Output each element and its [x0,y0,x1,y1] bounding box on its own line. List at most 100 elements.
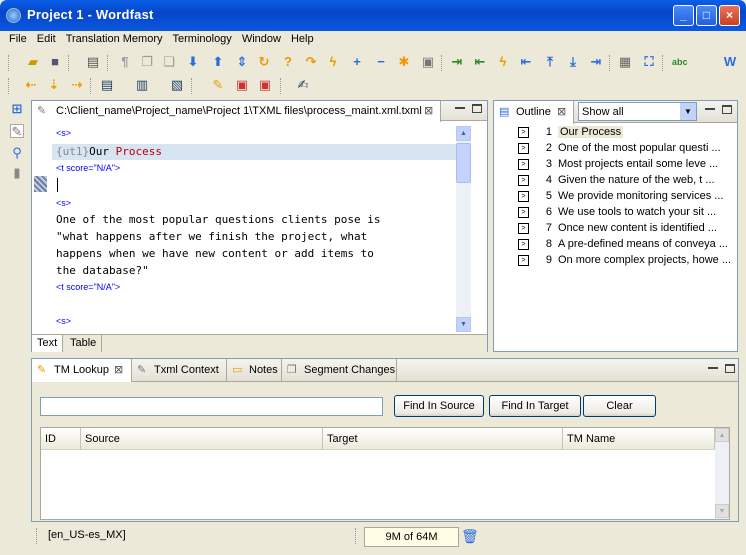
paste-icon[interactable]: ❏ [162,55,176,69]
source-text-line[interactable]: One of the most popular questions client… [56,213,381,226]
expand-icon[interactable]: > [518,190,529,202]
menu-window[interactable]: Window [237,31,286,47]
asterisk-icon[interactable]: ✱ [397,55,411,69]
table-scroll-down-icon[interactable]: ▼ [715,504,729,518]
outline-item[interactable]: >9 On more complex projects, howe ... [505,254,731,270]
editor-perspective-icon[interactable]: ✎ [10,124,24,139]
menu-edit[interactable]: Edit [32,31,61,47]
editor-tab[interactable]: ✎ C:\Client_name\Project_name\Project 1\… [32,101,441,122]
source-text-line[interactable]: "what happens after we finish the projec… [56,230,367,243]
table-scroll-up-icon[interactable]: ▲ [715,428,729,442]
document-add-icon[interactable]: ▣ [421,55,435,69]
expand-icon[interactable]: > [518,158,529,170]
arrow-down-icon[interactable]: ⬇ [186,55,200,69]
close-tm-lookup-icon[interactable]: ⊠ [114,363,123,376]
print-icon[interactable]: ▤ [86,55,100,69]
expand-icon[interactable]: > [518,222,529,234]
outline-item[interactable]: >3 Most projects entail some leve ... [505,158,718,174]
pilcrow-icon[interactable]: ¶ [118,55,132,69]
source-text-line[interactable]: the database?" [56,264,149,277]
close-tab-icon[interactable]: ⊠ [424,104,433,117]
list-dropdown-icon[interactable]: ▥ [135,78,149,92]
trash-icon[interactable]: 🗑 [461,528,479,545]
tab-tm-lookup[interactable]: ✎ TM Lookup ⊠ [32,359,132,382]
arrow-down-orange-icon[interactable]: ⇣ [47,78,61,92]
minimize-button[interactable]: _ [673,5,694,26]
minimize-outline-icon[interactable] [705,107,715,110]
first-segment-icon[interactable]: ⇤ [519,55,533,69]
lookup-perspective-icon[interactable]: ⚲ [10,146,24,160]
find-in-source-button[interactable]: Find In Source [394,395,484,417]
expand-icon[interactable]: > [518,254,529,266]
lightning-icon[interactable]: ϟ [326,55,340,69]
chevron-down-icon[interactable]: ▼ [680,103,696,120]
close-outline-icon[interactable]: ⊠ [557,105,566,118]
source-segment-1[interactable]: {ut1}Our Process [56,145,162,158]
top-icon[interactable]: ⤒ [543,55,557,69]
segments-icon[interactable]: ▧ [170,78,184,92]
expand-icon[interactable]: > [518,126,529,138]
tab-text[interactable]: Text [32,335,64,352]
bottom-icon[interactable]: ⤓ [566,55,580,69]
commit-icon[interactable]: ↻ [257,55,271,69]
arrow-up-icon[interactable]: ⬆ [211,55,225,69]
minimize-bottom-icon[interactable] [708,366,718,369]
close-button[interactable]: × [719,5,740,26]
fullscreen-icon[interactable]: ⛶ [642,55,656,69]
scroll-up-icon[interactable]: ▲ [456,126,471,141]
menu-translation-memory[interactable]: Translation Memory [61,31,168,47]
col-target[interactable]: Target [323,428,563,450]
open-icon[interactable]: ▰ [26,55,40,69]
memory-icon[interactable]: ✎ [211,78,225,92]
properties-icon[interactable]: ▦ [618,55,632,69]
expand-icon[interactable]: > [518,174,529,186]
col-tm-name[interactable]: TM Name [563,428,715,450]
new-view-icon[interactable]: ⊞ [10,102,24,116]
last-segment-icon[interactable]: ⇥ [589,55,603,69]
word-icon[interactable]: W [723,55,737,69]
outline-item[interactable]: >6 We use tools to watch your sit ... [505,206,716,222]
minimize-view-icon[interactable] [455,106,465,109]
tm-table-scrollbar[interactable]: ▲ ▼ [715,428,729,519]
source-text-line[interactable]: happens when we have new content or add … [56,247,374,260]
find-in-target-button[interactable]: Find In Target [489,395,581,417]
maximize-view-icon[interactable] [472,104,482,113]
save-icon[interactable]: ■ [48,55,62,69]
maximize-button[interactable]: □ [696,5,717,26]
menu-file[interactable]: File [4,31,32,47]
tab-table[interactable]: Table [65,335,103,352]
editor-vertical-scrollbar[interactable]: ▲ ▼ [456,126,471,332]
title-bar[interactable]: Project 1 - Wordfast _ □ × [0,0,746,31]
tab-notes[interactable]: ▭ Notes [227,359,282,382]
database-icon[interactable]: ▮ [10,166,24,180]
edit-dropdown-icon[interactable]: ▤ [100,78,114,92]
tm-search-input[interactable] [40,397,383,416]
plus-icon[interactable]: + [350,55,364,69]
col-source[interactable]: Source [81,428,323,450]
expand-icon[interactable]: > [518,142,529,154]
col-id[interactable]: ID [41,428,81,450]
spellcheck-icon[interactable]: abc [672,55,688,69]
copy-icon[interactable]: ❐ [140,55,154,69]
flash-icon[interactable]: ϟ [496,55,510,69]
outline-item[interactable]: >4 Given the nature of the web, t ... [505,174,715,190]
outline-tab[interactable]: ▤ Outline ⊠ [494,101,574,124]
scroll-down-icon[interactable]: ▼ [456,317,471,332]
minus-icon[interactable]: − [374,55,388,69]
import-icon[interactable]: ⇤ [473,55,487,69]
question-icon[interactable]: ? [281,55,295,69]
outline-item[interactable]: >8 A pre-defined means of conveya ... [505,238,728,254]
maximize-bottom-icon[interactable] [725,364,735,373]
expand-icon[interactable]: > [518,206,529,218]
menu-terminology[interactable]: Terminology [168,31,237,47]
arrow-left-icon[interactable]: ⇠ [24,78,38,92]
tab-txml-context[interactable]: ✎ Txml Context [132,359,227,382]
outline-item[interactable]: >2 One of the most popular questi ... [505,142,721,158]
menu-help[interactable]: Help [286,31,319,47]
notes-edit-icon[interactable]: ✍ [296,78,310,92]
export-icon[interactable]: ⇥ [450,55,464,69]
scroll-thumb[interactable] [456,143,471,183]
redo-icon[interactable]: ↷ [304,55,318,69]
arrow-right-icon[interactable]: ⇢ [70,78,84,92]
expand-icon[interactable]: > [518,238,529,250]
